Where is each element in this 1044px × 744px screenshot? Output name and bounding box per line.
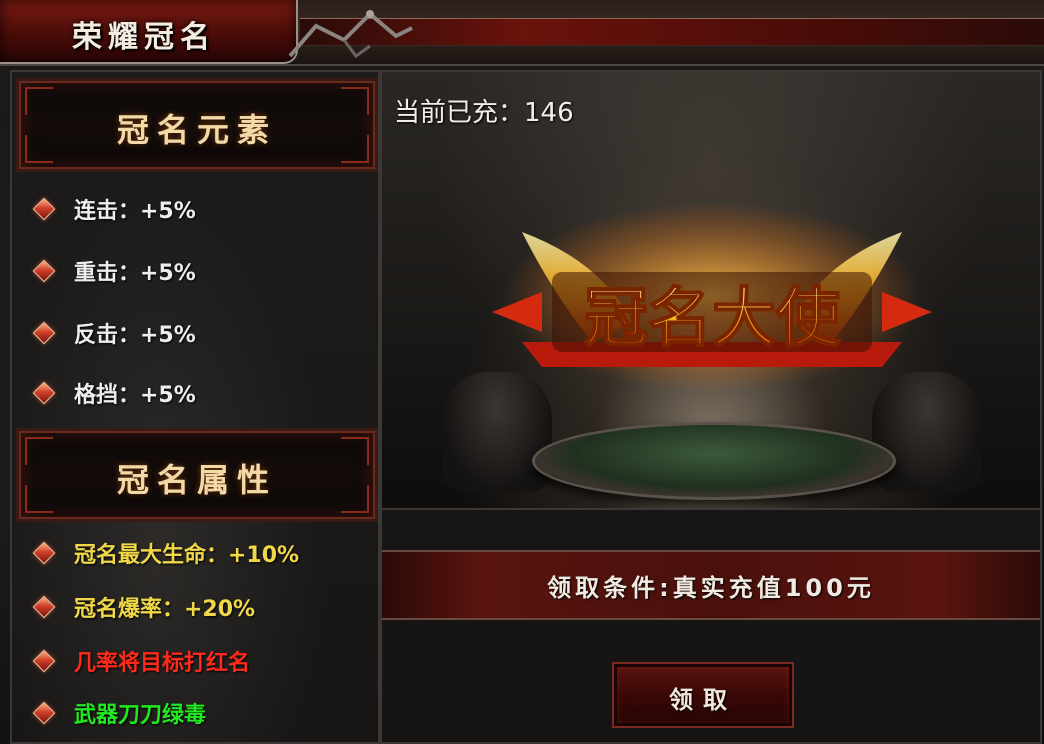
stat-text: 武器刀刀绿毒 bbox=[74, 703, 207, 728]
game-window: 荣耀冠名 冠名元素 连击：+5% 重击：+5% 反击：+5% 格挡：+5% 冠名… bbox=[0, 0, 1044, 744]
element-stat-heavy-hit: 重击：+5% bbox=[32, 256, 196, 286]
diamond-bullet-icon bbox=[32, 381, 56, 405]
stat-text: 冠名最大生命：+10% bbox=[74, 543, 300, 568]
left-panel: 冠名元素 连击：+5% 重击：+5% 反击：+5% 格挡：+5% 冠名属性 冠名… bbox=[10, 70, 380, 744]
recharged-amount: 当前已充：146 bbox=[394, 98, 574, 128]
element-stat-combo: 连击：+5% bbox=[32, 194, 196, 224]
right-panel: 当前已充：146 冠名大使 领取条件:真实充值100元 领取 bbox=[380, 70, 1042, 744]
diamond-bullet-icon bbox=[32, 701, 56, 725]
attribute-green-poison: 武器刀刀绿毒 bbox=[32, 698, 207, 728]
attribute-drop-rate: 冠名爆率：+20% bbox=[32, 592, 256, 622]
diamond-bullet-icon bbox=[32, 541, 56, 565]
header-ornament-icon bbox=[288, 10, 413, 59]
element-stat-block: 格挡：+5% bbox=[32, 378, 196, 408]
stat-text: 格挡：+5% bbox=[74, 383, 196, 408]
elements-plaque: 冠名元素 bbox=[16, 78, 378, 172]
diamond-bullet-icon bbox=[32, 259, 56, 283]
title-showcase-scene: 当前已充：146 冠名大使 bbox=[382, 72, 1040, 510]
diamond-bullet-icon bbox=[32, 595, 56, 619]
title-tab: 荣耀冠名 bbox=[0, 0, 298, 64]
diamond-bullet-icon bbox=[32, 649, 56, 673]
attributes-plaque: 冠名属性 bbox=[16, 428, 378, 522]
altar-pedestal bbox=[532, 422, 896, 500]
title-emblem-logo: 冠名大使 bbox=[492, 202, 932, 392]
stat-text: 反击：+5% bbox=[74, 323, 196, 348]
diamond-bullet-icon bbox=[32, 197, 56, 221]
claim-condition-bar: 领取条件:真实充值100元 bbox=[382, 550, 1040, 620]
stat-text: 连击：+5% bbox=[74, 199, 196, 224]
attributes-title: 冠名属性 bbox=[116, 461, 277, 499]
stat-text: 冠名爆率：+20% bbox=[74, 597, 256, 622]
stat-text: 重击：+5% bbox=[74, 261, 196, 286]
stat-text: 几率将目标打红名 bbox=[74, 651, 251, 676]
window-title: 荣耀冠名 bbox=[72, 20, 216, 55]
diamond-bullet-icon bbox=[32, 321, 56, 345]
attribute-red-name: 几率将目标打红名 bbox=[32, 646, 251, 676]
claim-button-label: 领取 bbox=[669, 685, 737, 714]
element-stat-counter: 反击：+5% bbox=[32, 318, 196, 348]
claim-condition-text: 领取条件:真实充值100元 bbox=[547, 574, 875, 602]
elements-title: 冠名元素 bbox=[116, 111, 277, 149]
emblem-text: 冠名大使 bbox=[584, 282, 841, 356]
claim-button[interactable]: 领取 bbox=[612, 662, 794, 728]
attribute-max-hp: 冠名最大生命：+10% bbox=[32, 538, 300, 568]
